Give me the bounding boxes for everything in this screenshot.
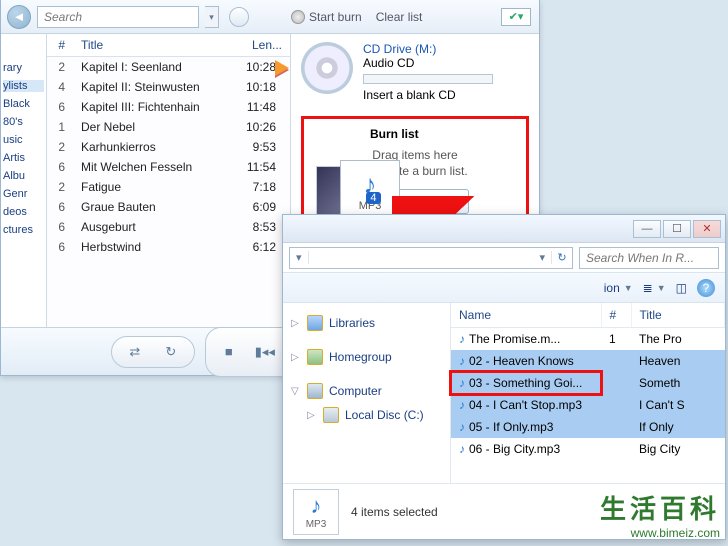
explorer-titlebar[interactable]: — ☐ ✕ bbox=[283, 215, 725, 243]
sidebar-item[interactable]: ctures bbox=[3, 224, 44, 236]
file-row[interactable]: ♪06 - Big City.mp3Big City bbox=[451, 438, 725, 460]
wmp-search-input[interactable]: Search bbox=[37, 6, 199, 28]
cd-progress bbox=[363, 74, 493, 84]
cmdbar-item[interactable]: ion▼ bbox=[604, 281, 633, 295]
plus-icon: ＋ bbox=[372, 193, 384, 210]
insert-arrow-icon bbox=[275, 60, 289, 76]
track-row[interactable]: 1Der Nebel10:26 bbox=[47, 117, 290, 137]
preview-pane-button[interactable]: ◫ bbox=[676, 281, 687, 295]
cd-type-label: Audio CD bbox=[363, 56, 493, 70]
sidebar-item[interactable]: ylists bbox=[3, 80, 44, 92]
sidebar-item[interactable]: usic bbox=[3, 134, 44, 146]
repeat-button[interactable]: ↻ bbox=[158, 339, 184, 365]
cd-icon bbox=[301, 42, 353, 94]
clear-list-button[interactable]: Clear list bbox=[376, 10, 423, 24]
col-name[interactable]: Name bbox=[451, 303, 601, 328]
libraries-icon bbox=[307, 315, 323, 331]
col-number[interactable]: # bbox=[47, 34, 73, 57]
file-row[interactable]: ♪03 - Something Goi...Someth bbox=[451, 372, 725, 394]
add-to-burn-button[interactable]: ＋Add to Burn l bbox=[361, 189, 469, 214]
sidebar-item[interactable]: Artis bbox=[3, 152, 44, 164]
shuffle-button[interactable]: ⇄ bbox=[122, 339, 148, 365]
search-dropdown[interactable]: ▾ bbox=[205, 6, 219, 28]
options-dropdown[interactable]: ✔▾ bbox=[501, 8, 531, 26]
explorer-help-button[interactable]: ? bbox=[697, 279, 715, 297]
drive-icon bbox=[323, 407, 339, 423]
burn-list-dropzone[interactable]: Burn list Drag items here to create a bu… bbox=[301, 116, 529, 227]
burn-list-title: Burn list bbox=[370, 127, 419, 141]
wmp-help-button[interactable] bbox=[229, 7, 249, 27]
sidebar-item[interactable]: Black bbox=[3, 98, 44, 110]
sidebar-item[interactable]: rary bbox=[3, 62, 44, 74]
nav-homegroup[interactable]: ▷Homegroup bbox=[289, 345, 444, 369]
track-row[interactable]: 6Kapitel III: Fichtenhain11:48 bbox=[47, 97, 290, 117]
status-caption: MP3 bbox=[306, 519, 327, 530]
explorer-search-input[interactable]: Search When In R... bbox=[579, 247, 719, 269]
file-row[interactable]: ♪04 - I Can't Stop.mp3I Can't S bbox=[451, 394, 725, 416]
cd-hint: Insert a blank CD bbox=[363, 88, 493, 102]
track-row[interactable]: 6Graue Bauten6:09 bbox=[47, 197, 290, 217]
address-field[interactable]: ▾▾↻ bbox=[289, 247, 573, 269]
file-row[interactable]: ♪05 - If Only.mp3If Only bbox=[451, 416, 725, 438]
wmp-sidebar: rary ylists Black 80's usic Artis Albu G… bbox=[1, 34, 47, 327]
track-row[interactable]: 2Fatigue7:18 bbox=[47, 177, 290, 197]
computer-icon bbox=[307, 383, 323, 399]
stop-button[interactable]: ■ bbox=[216, 339, 242, 365]
nav-local-disc[interactable]: ▷Local Disc (C:) bbox=[289, 403, 444, 427]
explorer-file-list: Name # Title ♪The Promise.m...1The Pro♪0… bbox=[451, 303, 725, 483]
explorer-address-bar: ▾▾↻ Search When In R... bbox=[283, 243, 725, 273]
track-row[interactable]: 2Kapitel I: Seenland10:28 bbox=[47, 57, 290, 78]
prev-button[interactable]: ▮◂◂ bbox=[252, 339, 278, 365]
col-num[interactable]: # bbox=[601, 303, 631, 328]
status-text: 4 items selected bbox=[351, 505, 438, 519]
track-row[interactable]: 6Mit Welchen Fesseln11:54 bbox=[47, 157, 290, 177]
music-note-icon: ♪ bbox=[311, 493, 322, 519]
col-length[interactable]: Len... bbox=[230, 34, 290, 57]
start-burn-button[interactable]: Start burn bbox=[291, 10, 362, 24]
nav-libraries[interactable]: ▷Libraries bbox=[289, 311, 444, 335]
status-thumbnail: ♪ MP3 bbox=[293, 489, 339, 535]
explorer-command-bar: ion▼ ≣▼ ◫ ? bbox=[283, 273, 725, 303]
nav-computer[interactable]: ▽Computer bbox=[289, 379, 444, 403]
sidebar-item[interactable]: Albu bbox=[3, 170, 44, 182]
track-row[interactable]: 4Kapitel II: Steinwusten10:18 bbox=[47, 77, 290, 97]
maximize-button[interactable]: ☐ bbox=[663, 220, 691, 238]
homegroup-icon bbox=[307, 349, 323, 365]
back-button[interactable]: ◄ bbox=[7, 5, 31, 29]
track-row[interactable]: 2Karhunkierros9:53 bbox=[47, 137, 290, 157]
file-row[interactable]: ♪The Promise.m...1The Pro bbox=[451, 328, 725, 351]
watermark: 生活百科 www.bimeiz.com bbox=[600, 489, 720, 540]
drop-hint: Drag items here to create a burn list. bbox=[362, 147, 467, 179]
disc-icon bbox=[291, 10, 305, 24]
minimize-button[interactable]: — bbox=[633, 220, 661, 238]
cd-drive-label: CD Drive (M:) bbox=[363, 42, 493, 56]
close-button[interactable]: ✕ bbox=[693, 220, 721, 238]
sidebar-item[interactable]: deos bbox=[3, 206, 44, 218]
col-title[interactable]: Title bbox=[73, 34, 230, 57]
refresh-button[interactable]: ↻ bbox=[552, 251, 572, 264]
track-row[interactable]: 6Herbstwind6:12 bbox=[47, 237, 290, 257]
track-row[interactable]: 6Ausgeburt8:53 bbox=[47, 217, 290, 237]
sidebar-item[interactable]: Genr bbox=[3, 188, 44, 200]
col-title[interactable]: Title bbox=[631, 303, 725, 328]
burn-toolbar: Start burn Clear list ✔▾ bbox=[279, 0, 539, 34]
track-list: # Title Len... 2Kapitel I: Seenland10:28… bbox=[47, 34, 291, 327]
file-row[interactable]: ♪02 - Heaven KnowsHeaven bbox=[451, 350, 725, 372]
sidebar-item[interactable]: 80's bbox=[3, 116, 44, 128]
view-button[interactable]: ≣▼ bbox=[643, 281, 666, 295]
explorer-nav-pane: ▷Libraries ▷Homegroup ▽Computer ▷Local D… bbox=[283, 303, 451, 483]
